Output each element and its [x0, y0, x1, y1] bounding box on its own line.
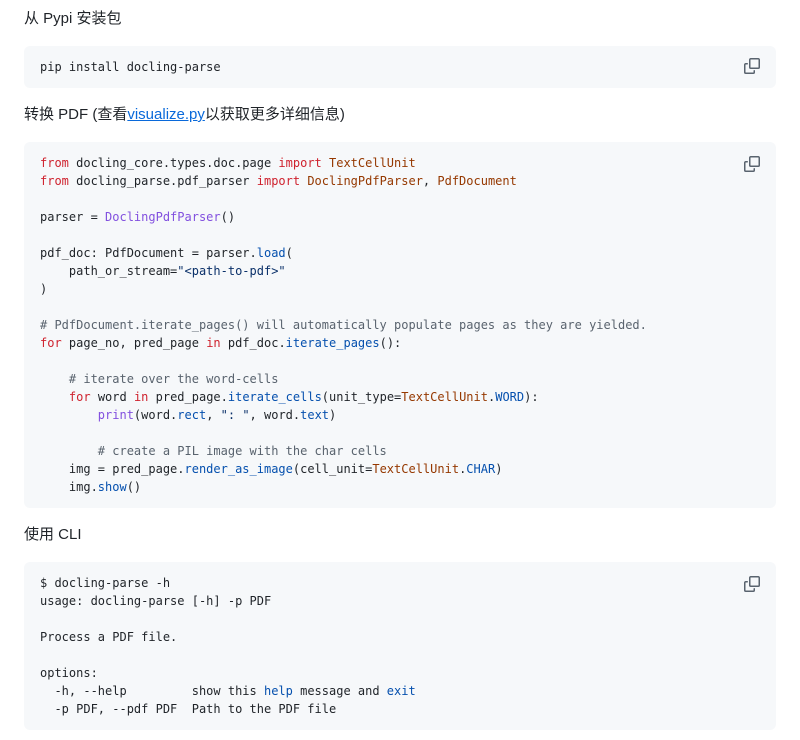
cli-heading: 使用 CLI	[24, 524, 776, 546]
cli-code: $ docling-parse -h usage: docling-parse …	[40, 574, 760, 718]
copy-icon	[744, 58, 760, 74]
python-code-block: from docling_core.types.doc.page import …	[24, 142, 776, 508]
cli-code-block: $ docling-parse -h usage: docling-parse …	[24, 562, 776, 730]
convert-heading-suffix: 以获取更多详细信息)	[205, 106, 345, 123]
convert-heading: 转换 PDF (查看visualize.py以获取更多详细信息)	[24, 104, 776, 126]
copy-icon	[744, 156, 760, 172]
copy-button[interactable]	[738, 150, 766, 178]
readme-content: 从 Pypi 安装包 pip install docling-parse 转换 …	[0, 0, 800, 730]
visualize-link[interactable]: visualize.py	[127, 106, 205, 123]
pip-code-block: pip install docling-parse	[24, 46, 776, 88]
python-code: from docling_core.types.doc.page import …	[40, 154, 760, 496]
install-heading: 从 Pypi 安装包	[24, 8, 776, 30]
pip-code: pip install docling-parse	[40, 58, 760, 76]
copy-button[interactable]	[738, 570, 766, 598]
copy-button[interactable]	[738, 52, 766, 80]
convert-heading-prefix: 转换 PDF (查看	[24, 106, 127, 123]
copy-icon	[744, 576, 760, 592]
